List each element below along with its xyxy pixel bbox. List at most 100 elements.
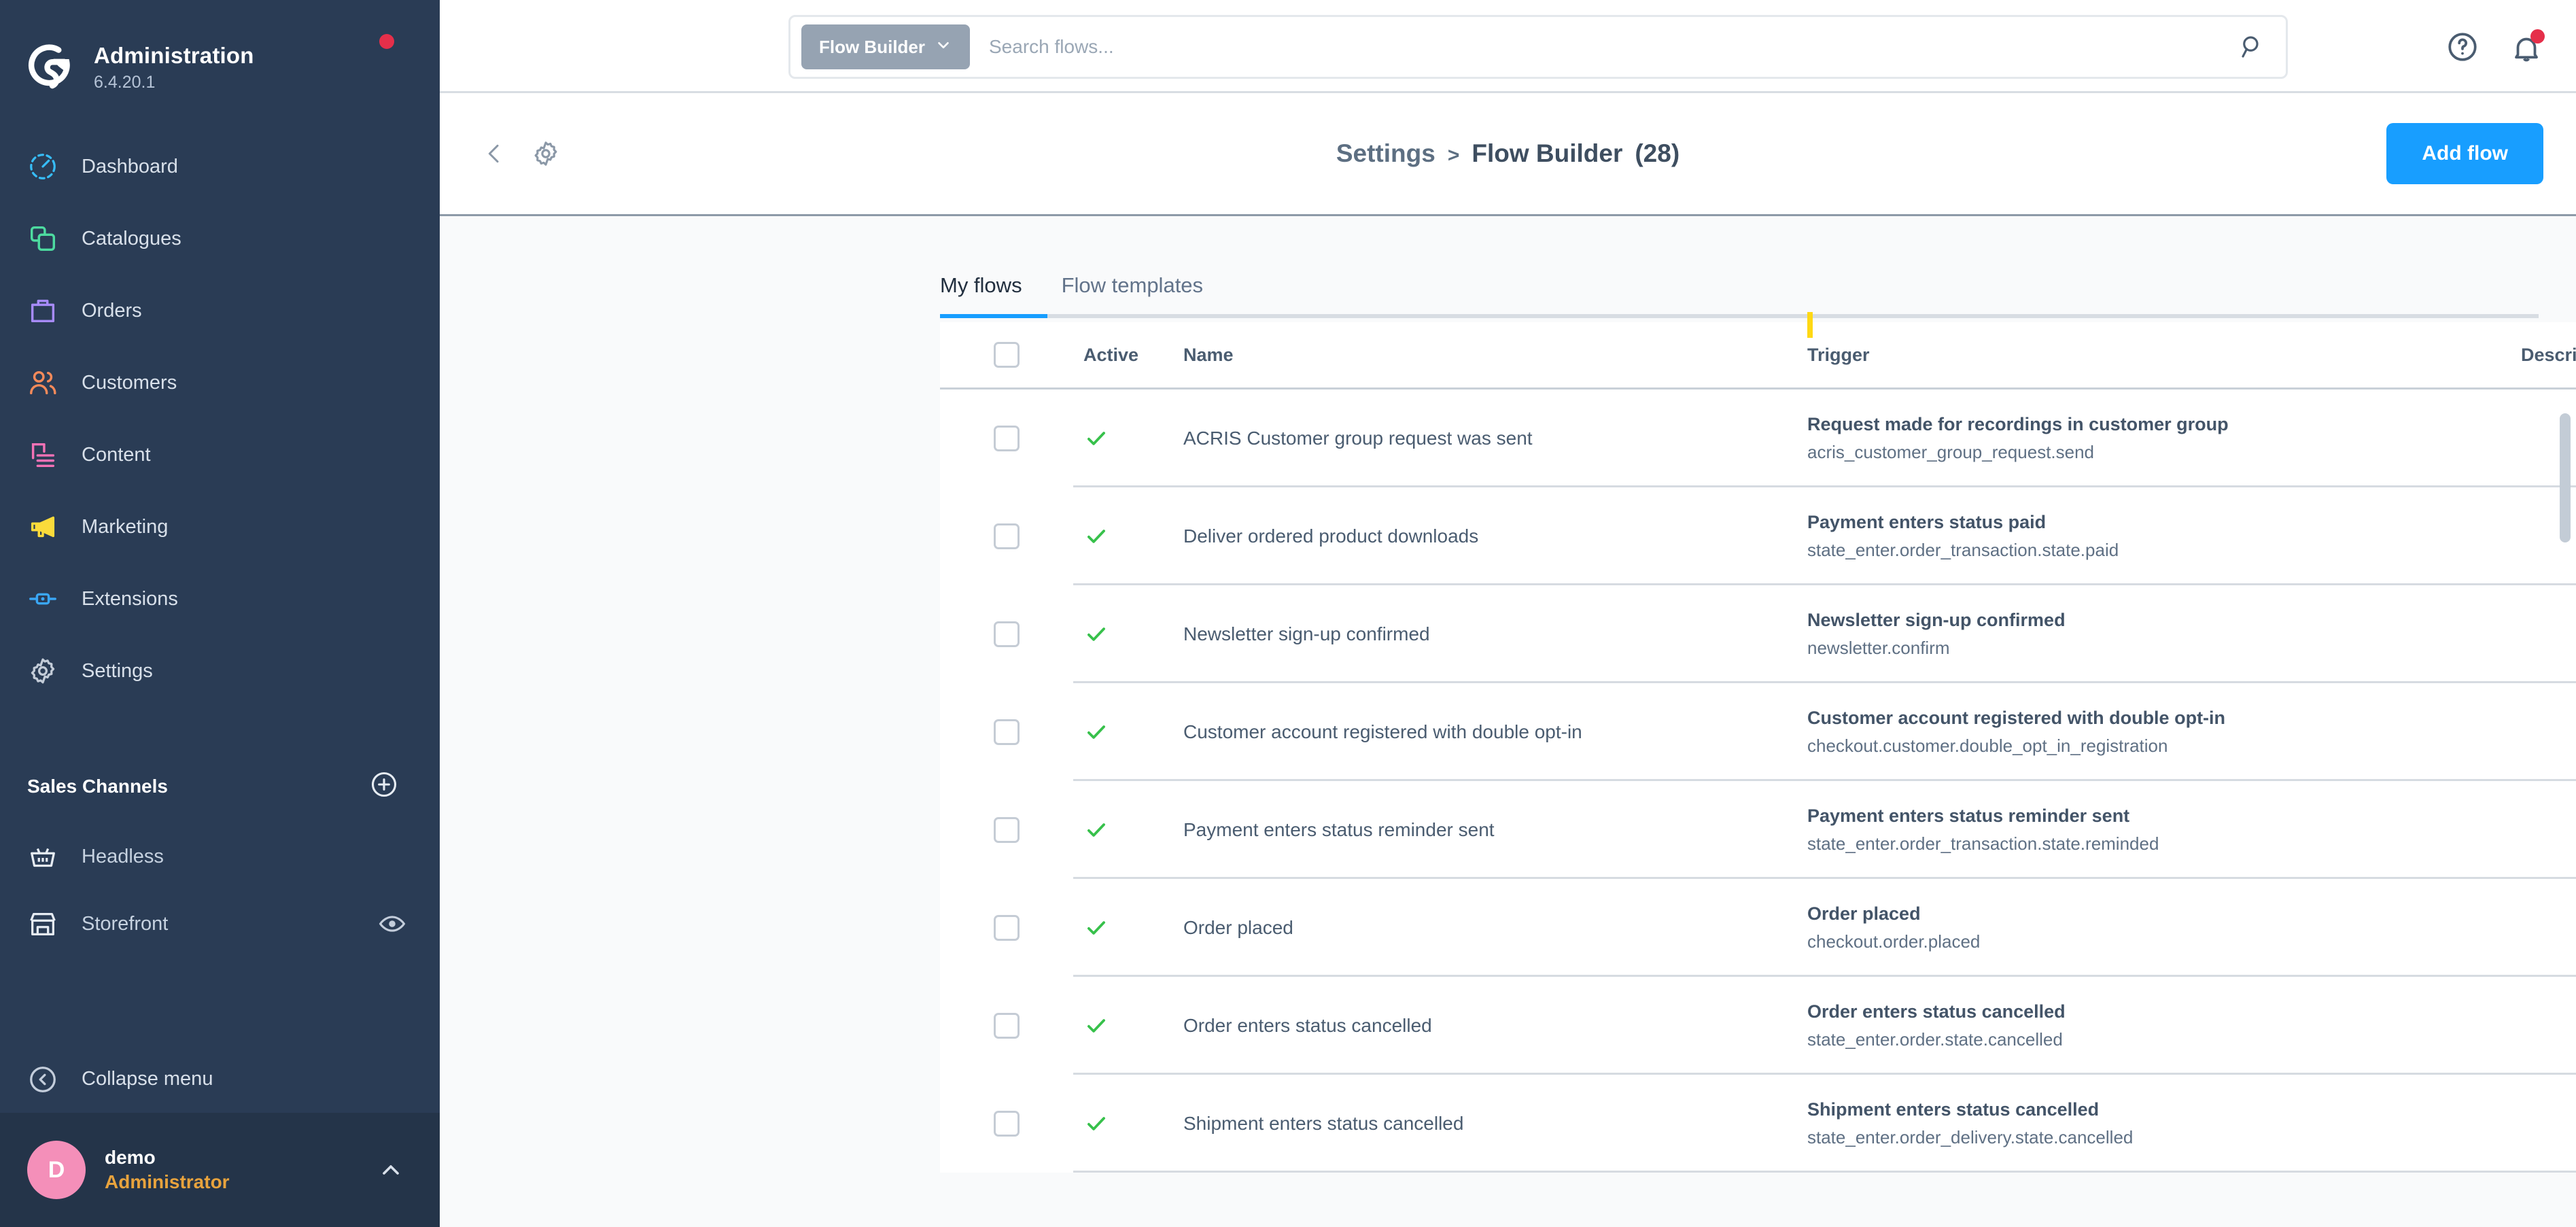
user-menu[interactable]: D demo Administrator: [0, 1113, 440, 1227]
sidebar: Administration 6.4.20.1 Dashboard Catalo…: [0, 0, 440, 1227]
sidebar-item-customers[interactable]: Customers: [0, 347, 440, 419]
row-checkbox[interactable]: [994, 621, 1020, 647]
tab-bar: My flows Flow templates: [440, 216, 2576, 318]
bell-icon[interactable]: [2509, 29, 2545, 64]
gear-icon[interactable]: [531, 139, 561, 169]
table-row[interactable]: ACRIS Customer group request was sent Re…: [940, 390, 2576, 487]
row-name-cell: ACRIS Customer group request was sent: [1183, 428, 1533, 449]
row-trigger-cell: Customer account registered with double …: [1807, 708, 2226, 757]
breadcrumb-parent[interactable]: Settings: [1336, 139, 1435, 168]
brand-version: 6.4.20.1: [94, 72, 156, 92]
sidebar-item-catalogues[interactable]: Catalogues: [0, 203, 440, 275]
search-scope-selector[interactable]: Flow Builder: [801, 24, 970, 69]
flow-count: (28): [1635, 139, 1680, 167]
plus-circle-icon[interactable]: [369, 770, 399, 803]
sidebar-item-label: Extensions: [82, 587, 178, 610]
check-icon: [1083, 1013, 1109, 1039]
column-header-trigger[interactable]: Trigger: [1807, 311, 2521, 366]
shopware-logo-icon: [27, 42, 77, 92]
sidebar-item-label: Catalogues: [82, 227, 181, 249]
row-trigger-cell: Request made for recordings in customer …: [1807, 414, 2229, 463]
row-select-cell: [940, 1013, 1073, 1039]
sidebar-item-label: Dashboard: [82, 155, 178, 177]
row-name-cell: Payment enters status reminder sent: [1183, 819, 1495, 840]
tab-flow-templates[interactable]: Flow templates: [1062, 273, 1203, 318]
row-checkbox[interactable]: [994, 1013, 1020, 1039]
sidebar-item-storefront[interactable]: Storefront: [0, 891, 440, 958]
sidebar-item-label: Settings: [82, 659, 153, 682]
global-search: Flow Builder: [788, 15, 2288, 79]
tab-label: Flow templates: [1061, 273, 1204, 297]
content-layout-icon: [27, 439, 69, 470]
dashboard-gauge-icon: [27, 151, 69, 182]
check-icon: [1083, 426, 1109, 451]
sidebar-item-content[interactable]: Content: [0, 419, 440, 491]
row-active-cell: [1073, 915, 1172, 941]
sidebar-item-headless[interactable]: Headless: [0, 823, 440, 891]
basket-icon: [27, 842, 69, 873]
top-bar-actions: [2446, 0, 2545, 93]
table-row[interactable]: Order placed Order placed checkout.order…: [940, 879, 2576, 977]
table-row[interactable]: Payment enters status reminder sent Paym…: [940, 781, 2576, 879]
select-all-checkbox[interactable]: [994, 342, 1020, 368]
sidebar-item-extensions[interactable]: Extensions: [0, 563, 440, 635]
chevron-left-icon[interactable]: [481, 140, 508, 167]
row-trigger-cell: Order placed checkout.order.placed: [1807, 903, 1981, 952]
page-title: Flow Builder: [1472, 139, 1623, 167]
app-root: Administration 6.4.20.1 Dashboard Catalo…: [0, 0, 2576, 1227]
breadcrumb: Settings > Flow Builder (28): [440, 139, 2576, 168]
row-trigger-cell: Payment enters status paid state_enter.o…: [1807, 512, 2119, 561]
collapse-menu-button[interactable]: Collapse menu: [0, 1046, 440, 1113]
table-row[interactable]: Customer account registered with double …: [940, 683, 2576, 781]
row-active-cell: [1073, 719, 1172, 745]
check-icon: [1083, 719, 1109, 745]
row-checkbox[interactable]: [994, 719, 1020, 745]
row-name-cell: Order placed: [1183, 917, 1293, 938]
help-circle-icon[interactable]: [2446, 30, 2479, 64]
sidebar-item-marketing[interactable]: Marketing: [0, 491, 440, 563]
column-header-description[interactable]: Description: [2521, 345, 2576, 366]
search-icon[interactable]: [2238, 33, 2276, 61]
chevron-up-icon[interactable]: [377, 1156, 404, 1183]
row-name-cell: Shipment enters status cancelled: [1183, 1113, 1464, 1134]
brand-header[interactable]: Administration 6.4.20.1: [0, 0, 440, 103]
row-active-cell: [1073, 621, 1172, 647]
sidebar-item-orders[interactable]: Orders: [0, 275, 440, 347]
extensions-plug-icon: [27, 583, 69, 615]
tab-my-flows[interactable]: My flows: [940, 273, 1022, 318]
row-checkbox[interactable]: [994, 915, 1020, 941]
sidebar-item-dashboard[interactable]: Dashboard: [0, 131, 440, 203]
check-icon: [1083, 621, 1109, 647]
main-area: Flow Builder Search flows... Settings > …: [440, 0, 2576, 1227]
row-select-cell: [940, 817, 1073, 843]
column-header-name[interactable]: Name: [1172, 345, 1807, 366]
vertical-scrollbar[interactable]: [2560, 413, 2571, 542]
check-icon: [1083, 1111, 1109, 1137]
table-row[interactable]: Shipment enters status cancelled Shipmen…: [940, 1075, 2576, 1173]
eye-icon[interactable]: [377, 909, 407, 939]
row-checkbox[interactable]: [994, 817, 1020, 843]
catalogues-layers-icon: [27, 223, 69, 254]
breadcrumb-separator: >: [1447, 144, 1460, 167]
smart-bar-left: [481, 139, 561, 169]
tab-label: My flows: [940, 273, 1022, 297]
search-input[interactable]: [970, 36, 2238, 58]
row-name-cell: Customer account registered with double …: [1183, 721, 1582, 742]
settings-gear-icon: [27, 655, 69, 687]
row-checkbox[interactable]: [994, 426, 1020, 451]
table-row[interactable]: Deliver ordered product downloads Paymen…: [940, 487, 2576, 585]
storefront-icon: [27, 908, 69, 939]
sales-channels-header: Sales Channels: [0, 741, 440, 823]
row-active-cell: [1073, 1013, 1172, 1039]
sidebar-item-settings[interactable]: Settings: [0, 635, 440, 707]
row-checkbox[interactable]: [994, 1111, 1020, 1137]
table-row[interactable]: Newsletter sign-up confirmed Newsletter …: [940, 585, 2576, 683]
sidebar-item-label: Customers: [82, 371, 177, 394]
table-row[interactable]: Order enters status cancelled Order ente…: [940, 977, 2576, 1075]
add-flow-button[interactable]: Add flow: [2386, 123, 2543, 184]
row-name-cell: Newsletter sign-up confirmed: [1183, 623, 1430, 644]
sidebar-item-label: Content: [82, 443, 151, 466]
row-checkbox[interactable]: [994, 523, 1020, 549]
column-header-active[interactable]: Active: [1073, 345, 1172, 366]
row-trigger-cell: Newsletter sign-up confirmed newsletter.…: [1807, 610, 2066, 659]
